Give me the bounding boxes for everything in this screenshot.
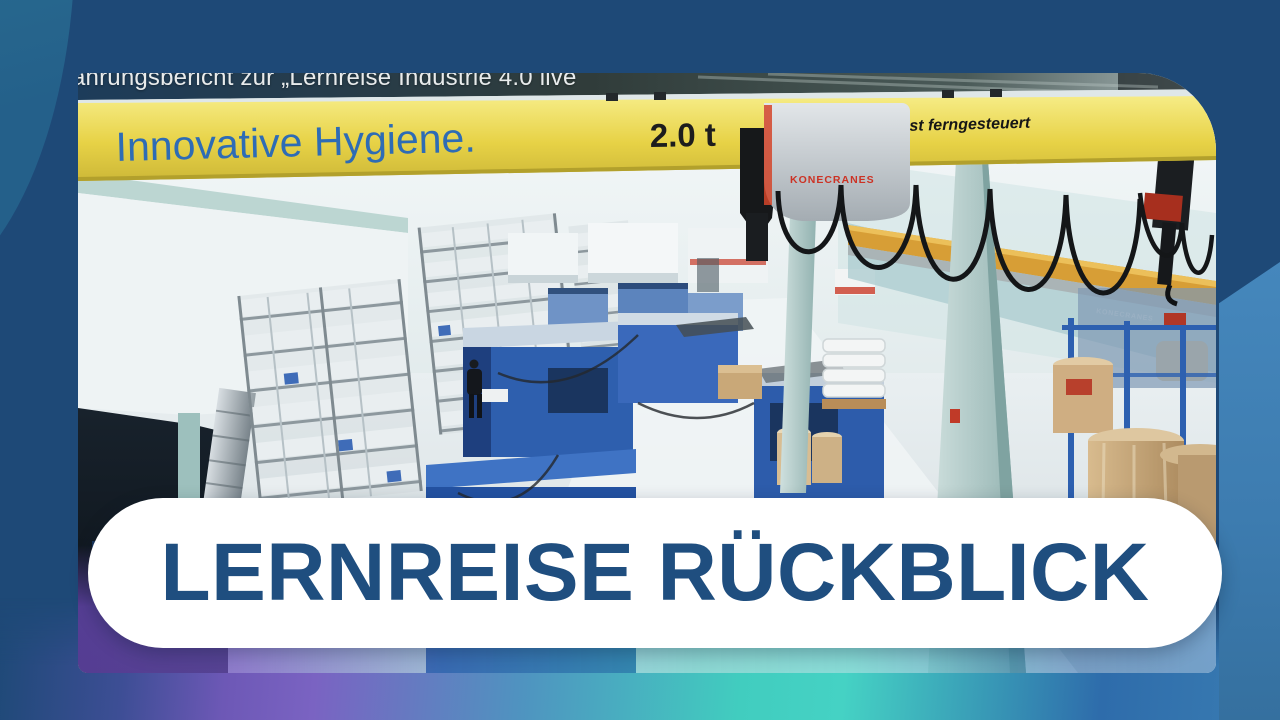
thumbnail-canvas: ENGEL <box>0 0 1280 720</box>
crane-capacity-label: 2.0 t <box>649 116 716 154</box>
crane-remote-note: ist ferngesteuert <box>905 115 1031 135</box>
hoist-brand-text: KONECRANES <box>790 174 875 186</box>
banner-title: LERNREISE RÜCKBLICK <box>161 532 1150 614</box>
right-accent-panel <box>1219 262 1280 720</box>
crane-slogan-text: Innovative Hygiene. <box>115 115 476 170</box>
video-caption: ahrungsbericht zur „Lernreise Industrie … <box>78 73 577 92</box>
corner-accent-blob <box>0 0 75 300</box>
title-banner: LERNREISE RÜCKBLICK <box>88 498 1222 648</box>
